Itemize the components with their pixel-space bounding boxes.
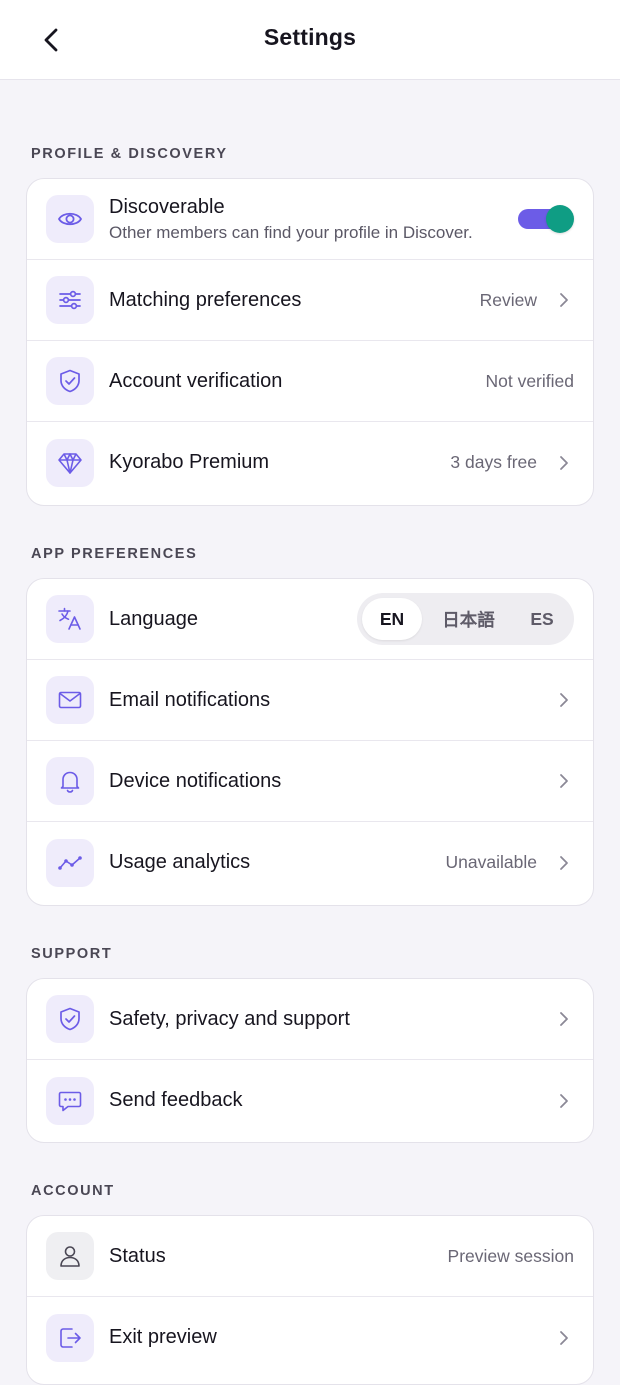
language-selector: EN 日本語 ES bbox=[357, 593, 574, 645]
chevron-right-icon bbox=[557, 691, 571, 709]
language-option-en[interactable]: EN bbox=[362, 598, 422, 640]
mail-icon bbox=[46, 676, 94, 724]
chevron-right-icon bbox=[557, 854, 571, 872]
profile-card: Discoverable Other members can find your… bbox=[26, 178, 594, 506]
trend-icon bbox=[46, 838, 94, 887]
usage-analytics-row[interactable]: Usage analytics Unavailable bbox=[27, 822, 593, 903]
analytics-value: Unavailable bbox=[445, 852, 537, 872]
section-label-app: APP PREFERENCES bbox=[31, 546, 198, 562]
discoverable-title: Discoverable bbox=[109, 195, 225, 218]
send-feedback-row[interactable]: Send feedback bbox=[27, 1060, 593, 1141]
status-value: Preview session bbox=[447, 1245, 574, 1266]
matching-title: Matching preferences bbox=[109, 288, 302, 311]
language-title: Language bbox=[109, 607, 198, 630]
discoverable-toggle[interactable] bbox=[518, 205, 574, 233]
sliders-icon bbox=[46, 276, 94, 324]
translate-icon bbox=[46, 595, 94, 643]
diamond-icon bbox=[46, 438, 94, 487]
section-label-account: ACCOUNT bbox=[31, 1183, 115, 1199]
safety-title: Safety, privacy and support bbox=[109, 1007, 350, 1030]
verification-title: Account verification bbox=[109, 369, 283, 392]
user-icon bbox=[46, 1232, 94, 1280]
account-verification-row[interactable]: Account verification Not verified bbox=[27, 341, 593, 422]
page-title: Settings bbox=[263, 24, 357, 50]
section-label-profile: PROFILE & DISCOVERY bbox=[31, 146, 228, 162]
exit-icon bbox=[46, 1313, 94, 1362]
language-row: Language EN 日本語 ES bbox=[27, 579, 593, 660]
language-option-ja[interactable]: 日本語 bbox=[422, 598, 515, 640]
discoverable-row[interactable]: Discoverable Other members can find your… bbox=[27, 179, 593, 260]
exit-preview-row[interactable]: Exit preview bbox=[27, 1297, 593, 1378]
toggle-knob bbox=[546, 205, 574, 233]
status-title: Status bbox=[109, 1244, 166, 1267]
safety-privacy-row[interactable]: Safety, privacy and support bbox=[27, 979, 593, 1060]
account-card: Status Preview session Exit preview bbox=[26, 1215, 594, 1385]
device-notifications-row[interactable]: Device notifications bbox=[27, 741, 593, 822]
chevron-right-icon bbox=[557, 1329, 571, 1347]
app-preferences-card: Language EN 日本語 ES Email notifications D… bbox=[26, 578, 594, 906]
discoverable-subtitle: Other members can find your profile in D… bbox=[109, 222, 473, 242]
chevron-right-icon bbox=[557, 1010, 571, 1028]
premium-value: 3 days free bbox=[450, 452, 537, 472]
feedback-title: Send feedback bbox=[109, 1089, 243, 1111]
device-title: Device notifications bbox=[109, 769, 282, 792]
chevron-right-icon bbox=[557, 1092, 571, 1110]
chevron-right-icon bbox=[557, 291, 571, 309]
section-label-support: SUPPORT bbox=[31, 946, 113, 962]
eye-icon bbox=[46, 195, 94, 243]
analytics-title: Usage analytics bbox=[109, 851, 251, 873]
verification-value: Not verified bbox=[485, 370, 574, 391]
bell-icon bbox=[46, 757, 94, 805]
language-option-es[interactable]: ES bbox=[515, 598, 569, 640]
premium-title: Kyorabo Premium bbox=[109, 451, 270, 473]
shield-check-icon bbox=[46, 995, 94, 1043]
app-header: Settings bbox=[0, 0, 620, 80]
shield-check-icon bbox=[46, 357, 94, 405]
matching-value: Review bbox=[479, 289, 537, 310]
support-card: Safety, privacy and support Send feedbac… bbox=[26, 978, 594, 1143]
matching-preferences-row[interactable]: Matching preferences Review bbox=[27, 260, 593, 341]
chevron-right-icon bbox=[557, 454, 571, 472]
status-row: Status Preview session bbox=[27, 1216, 593, 1297]
chevron-right-icon bbox=[557, 772, 571, 790]
chat-icon bbox=[46, 1076, 94, 1125]
email-notifications-row[interactable]: Email notifications bbox=[27, 660, 593, 741]
email-title: Email notifications bbox=[109, 688, 271, 711]
exit-title: Exit preview bbox=[109, 1326, 217, 1348]
premium-row[interactable]: Kyorabo Premium 3 days free bbox=[27, 422, 593, 503]
